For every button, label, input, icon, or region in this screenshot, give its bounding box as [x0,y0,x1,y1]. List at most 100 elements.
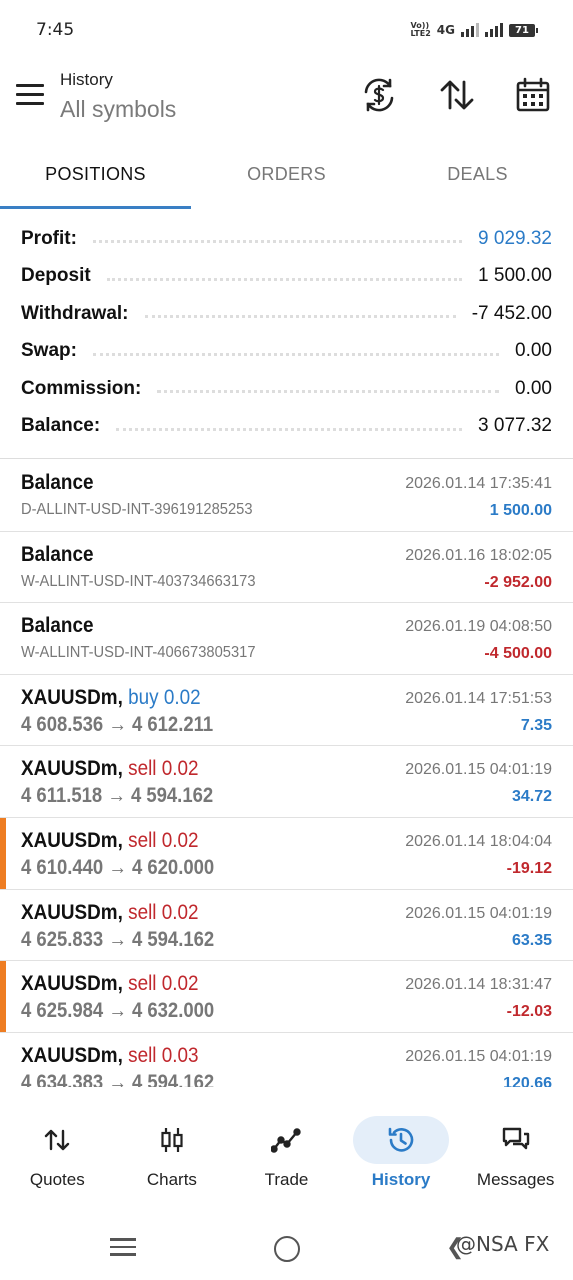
item-amount: -4 500.00 [484,645,552,663]
summary-withdrawal: Withdrawal: -7 452.00 [0,295,573,333]
list-item[interactable]: Balance W-ALLINT-USD-INT-403734663173 20… [0,532,573,604]
item-date: 2026.01.19 04:08:50 [405,618,552,636]
trade-prices: 4 625.984 → 4 632.000 [21,999,215,1023]
nav-label: Messages [476,1170,555,1189]
trade-profit: 120.66 [503,1074,552,1087]
summary-label: Deposit [21,265,91,287]
trade-title: XAUUSDm, buy 0.02 [21,686,201,710]
quotes-arrows-icon [9,1116,105,1164]
summary-value: 3 077.32 [478,415,552,437]
currency-exchange-icon[interactable] [360,76,398,114]
trade-row[interactable]: XAUUSDm, sell 0.02 4 610.440 → 4 620.000… [0,817,573,890]
trade-symbol: XAUUSDm, [21,1043,123,1067]
summary-label: Withdrawal: [21,302,129,324]
candles-icon [124,1116,220,1164]
nav-label: Charts [146,1170,197,1189]
trade-date: 2026.01.15 04:01:19 [405,1047,552,1065]
history-list[interactable]: Balance D-ALLINT-USD-INT-396191285253 20… [0,460,573,1087]
item-id: W-ALLINT-USD-INT-403734663173 [21,572,256,590]
nav-label: Quotes [29,1170,85,1189]
item-amount: -2 952.00 [484,573,552,591]
history-tabs: POSITIONS ORDERS DEALS [0,140,573,210]
trade-profit: 7.35 [520,716,552,734]
summary-value: 9 029.32 [478,227,552,249]
summary-commission: Commission: 0.00 [0,370,573,408]
stop-loss-marker [0,961,6,1032]
trade-symbol: XAUUSDm, [21,685,123,709]
trade-title: XAUUSDm, sell 0.02 [21,829,199,853]
list-item[interactable]: Balance D-ALLINT-USD-INT-396191285253 20… [0,460,573,532]
system-navigation-bar: ❮ @NSA FX [0,1212,573,1280]
nav-label: History [371,1170,431,1189]
trade-title: XAUUSDm, sell 0.02 [21,972,199,996]
trade-date: 2026.01.15 04:01:19 [405,761,552,779]
trade-side: sell 0.02 [128,900,199,924]
nav-messages[interactable]: Messages [458,1100,573,1212]
item-title: Balance [21,471,94,494]
dotted-leader [116,427,463,431]
divider [0,458,573,459]
trade-profit: -12.03 [506,1003,552,1021]
trade-side: buy 0.02 [128,685,201,709]
nav-quotes[interactable]: Quotes [0,1100,115,1212]
trade-side: sell 0.02 [128,972,199,996]
sort-icon[interactable] [438,76,476,114]
signal-2-icon [485,23,503,37]
trade-prices: 4 611.518 → 4 594.162 [21,784,214,808]
chat-bubbles-icon [468,1116,564,1164]
trade-prices: 4 625.833 → 4 594.162 [21,927,215,951]
list-item[interactable]: Balance W-ALLINT-USD-INT-406673805317 20… [0,603,573,675]
tab-positions[interactable]: POSITIONS [0,140,191,210]
item-id: D-ALLINT-USD-INT-396191285253 [21,501,253,518]
summary-label: Commission: [21,377,142,399]
trade-date: 2026.01.14 18:31:47 [405,976,552,994]
trade-prices: 4 634.383 → 4 594.162 [21,1070,215,1087]
nav-charts[interactable]: Charts [115,1100,230,1212]
item-title: Balance [21,542,94,566]
summary-value: 0.00 [515,377,552,399]
menu-icon[interactable] [16,84,44,106]
trade-row[interactable]: XAUUSDm, sell 0.02 4 611.518 → 4 594.162… [0,746,573,818]
summary-value: 1 500.00 [478,265,552,287]
summary-swap: Swap: 0.00 [0,333,573,371]
history-clock-icon [353,1116,450,1164]
dotted-leader [92,352,500,356]
trade-date: 2026.01.14 17:51:53 [405,689,552,707]
calendar-icon[interactable] [514,76,552,114]
trade-row[interactable]: XAUUSDm, buy 0.02 4 608.536 → 4 612.211 … [0,675,573,747]
summary-deposit: Deposit 1 500.00 [0,258,573,296]
page-title: History [60,70,113,89]
item-title: Balance [21,614,94,638]
symbol-filter[interactable]: All symbols [60,96,176,123]
trade-symbol: XAUUSDm, [21,972,123,996]
bottom-navigation: Quotes Charts Trade History Messages [0,1100,573,1212]
item-date: 2026.01.14 17:35:41 [405,475,552,492]
status-icons: Vo)) LTE2 4G 71 [410,21,538,38]
trade-row[interactable]: XAUUSDm, sell 0.03 4 634.383 → 4 594.162… [0,1033,573,1087]
trade-symbol: XAUUSDm, [21,828,123,852]
trade-line-icon [238,1116,334,1164]
home-icon[interactable] [274,1236,300,1262]
summary-panel: Profit: 9 029.32 Deposit 1 500.00 Withdr… [0,220,573,445]
trade-prices: 4 608.536 → 4 612.211 [21,712,214,736]
trade-row[interactable]: XAUUSDm, sell 0.02 4 625.984 → 4 632.000… [0,961,573,1033]
summary-label: Balance: [21,415,101,437]
summary-value: -7 452.00 [471,302,552,324]
item-amount: 1 500.00 [489,502,552,519]
tab-deals[interactable]: DEALS [382,140,573,210]
nav-trade[interactable]: Trade [229,1100,344,1212]
summary-label: Profit: [21,227,77,249]
network-type: 4G [436,23,455,37]
trade-row[interactable]: XAUUSDm, sell 0.02 4 625.833 → 4 594.162… [0,890,573,962]
trade-title: XAUUSDm, sell 0.03 [21,1044,199,1068]
volte-indicator: Vo)) LTE2 [410,21,431,38]
app-header: History All symbols [0,62,573,140]
recent-apps-icon[interactable] [110,1238,136,1258]
trade-profit: 63.35 [511,931,552,949]
item-date: 2026.01.16 18:02:05 [405,546,552,564]
trade-symbol: XAUUSDm, [21,757,123,781]
dotted-leader [92,240,463,244]
dotted-leader [106,277,463,281]
nav-history[interactable]: History [344,1100,459,1212]
tab-orders[interactable]: ORDERS [191,140,382,210]
